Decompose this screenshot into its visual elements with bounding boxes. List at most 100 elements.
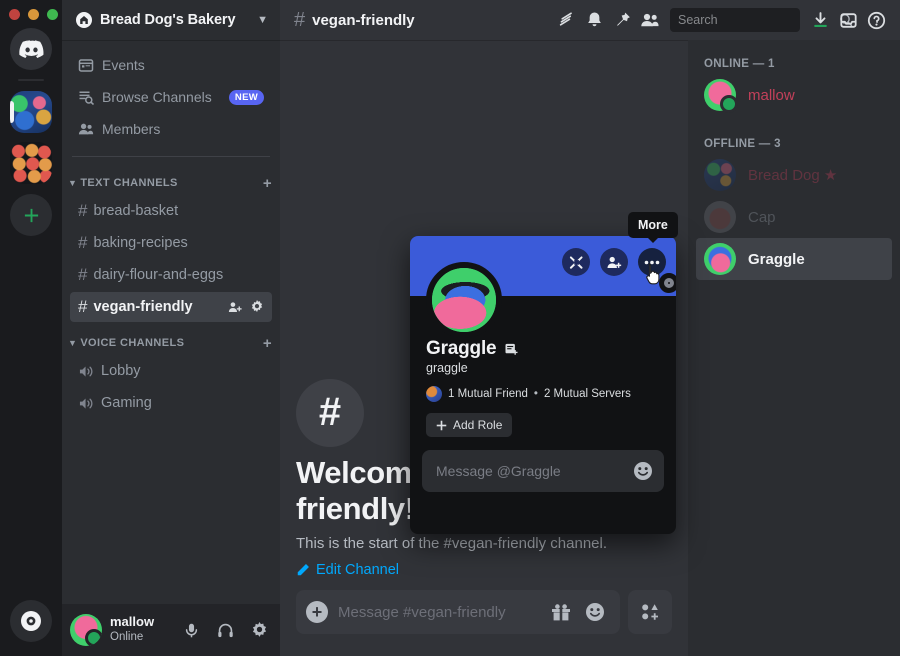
topbar-channel-name: vegan-friendly <box>312 11 415 29</box>
help-icon[interactable] <box>862 6 890 34</box>
category-label: TEXT CHANNELS <box>80 177 178 189</box>
members-icon <box>78 121 94 137</box>
mutual-friends-label: 1 Mutual Friend <box>448 388 528 400</box>
message-composer: + Message #vegan-friendly <box>296 590 672 634</box>
pinned-messages-icon[interactable] <box>608 6 636 34</box>
sidebar-item-label: Members <box>102 121 161 137</box>
create-invite-icon[interactable] <box>228 300 243 314</box>
window-traffic-lights <box>9 9 58 20</box>
chevron-down-icon: ▼ <box>68 338 78 348</box>
profile-display-name: Graggle <box>426 338 497 359</box>
sidebar-divider <box>72 156 270 157</box>
server-rail <box>0 0 62 656</box>
sidebar-item-browse-channels[interactable]: Browse Channels NEW <box>70 84 272 110</box>
member-row-graggle[interactable]: Graggle <box>696 238 892 280</box>
plus-icon <box>436 420 447 431</box>
attach-file-icon[interactable]: + <box>306 601 328 623</box>
channel-label: Gaming <box>101 395 152 411</box>
inbox-download-icon[interactable] <box>806 6 834 34</box>
microphone-icon[interactable] <box>178 617 204 643</box>
edit-channel-link[interactable]: Edit Channel <box>296 562 399 578</box>
member-row-bread-dog[interactable]: Bread Dog ★ <box>696 154 892 196</box>
sidebar-item-label: Events <box>102 57 145 73</box>
category-voice-channels[interactable]: ▼ VOICE CHANNELS + <box>62 331 280 355</box>
channel-bread-basket[interactable]: # bread-basket <box>70 196 272 226</box>
welcome-hash-icon: # <box>296 378 364 447</box>
window-close-button[interactable] <box>9 9 20 20</box>
emoji-icon[interactable] <box>632 460 654 482</box>
channel-label: dairy-flour-and-eggs <box>93 267 224 283</box>
channel-baking-recipes[interactable]: # baking-recipes <box>70 228 272 258</box>
server-header-dropdown[interactable]: Bread Dog's Bakery ▼ <box>62 0 280 40</box>
create-channel-icon[interactable]: + <box>263 336 272 351</box>
channel-settings-icon[interactable] <box>250 300 264 314</box>
profile-mutuals[interactable]: 1 Mutual Friend • 2 Mutual Servers <box>426 386 660 402</box>
browse-icon <box>78 89 94 105</box>
note-icon[interactable] <box>504 342 519 357</box>
inbox-icon[interactable] <box>834 6 862 34</box>
add-friend-icon[interactable] <box>600 248 628 276</box>
server-icon-bread-dogs-bakery[interactable] <box>10 91 52 133</box>
discord-home-button[interactable] <box>10 28 52 70</box>
window-maximize-button[interactable] <box>47 9 58 20</box>
channel-vegan-friendly[interactable]: # vegan-friendly <box>70 292 272 322</box>
window-minimize-button[interactable] <box>28 9 39 20</box>
category-text-channels[interactable]: ▼ TEXT CHANNELS + <box>62 171 280 195</box>
avatar[interactable] <box>70 614 102 646</box>
sidebar-item-members[interactable]: Members <box>70 116 272 142</box>
search-box[interactable] <box>670 8 853 32</box>
sidebar-nav-list: Events Browse Channels NEW Members <box>62 40 280 148</box>
settings-icon[interactable] <box>246 617 272 643</box>
more-icon[interactable] <box>638 248 666 276</box>
sidebar-item-label: Browse Channels <box>102 89 212 105</box>
composer-box[interactable]: + Message #vegan-friendly <box>296 590 620 634</box>
channel-label: baking-recipes <box>93 235 188 251</box>
server-icon-cookies[interactable] <box>10 142 52 184</box>
channel-label: Lobby <box>101 363 141 379</box>
member-list-icon[interactable] <box>636 6 664 34</box>
avatar <box>704 79 738 113</box>
notification-bell-icon[interactable] <box>580 6 608 34</box>
member-name: Graggle <box>748 250 805 268</box>
profile-message-box[interactable]: Message @Graggle <box>422 450 664 492</box>
create-channel-icon[interactable]: + <box>263 176 272 191</box>
hash-icon: # <box>294 8 306 31</box>
hash-icon: # <box>78 297 88 316</box>
current-username: mallow <box>110 614 155 630</box>
profile-message-input[interactable]: Message @Graggle <box>436 463 632 479</box>
member-row-cap[interactable]: Cap <box>696 196 892 238</box>
user-panel: mallow Online <box>62 604 280 656</box>
new-badge: NEW <box>228 89 264 105</box>
channel-lobby[interactable]: Lobby <box>70 356 272 386</box>
member-row-mallow[interactable]: mallow <box>696 74 892 116</box>
add-server-button[interactable] <box>10 194 52 236</box>
speaker-icon <box>78 396 95 411</box>
call-icon[interactable] <box>562 248 590 276</box>
rail-divider <box>18 79 44 81</box>
avatar <box>704 243 736 275</box>
more-tooltip: More <box>628 212 678 238</box>
category-label: VOICE CHANNELS <box>80 337 185 349</box>
member-group-heading: ONLINE — 1 <box>704 58 775 70</box>
message-input[interactable]: Message #vegan-friendly <box>338 604 540 621</box>
channel-gaming[interactable]: Gaming <box>70 388 272 418</box>
server-avatar-art <box>10 142 52 184</box>
emoji-icon[interactable] <box>584 601 606 623</box>
server-home-icon <box>76 12 92 28</box>
member-name: Bread Dog ★ <box>748 167 838 184</box>
pencil-icon <box>296 563 310 577</box>
sidebar-item-events[interactable]: Events <box>70 52 272 78</box>
apps-icon[interactable] <box>628 590 672 634</box>
member-name: Cap <box>748 208 776 226</box>
member-list: ONLINE — 1 mallow OFFLINE — 3 Bread Dog … <box>688 40 900 656</box>
active-server-pill <box>10 101 14 123</box>
add-role-button[interactable]: Add Role <box>426 413 513 437</box>
channel-dairy-flour-and-eggs[interactable]: # dairy-flour-and-eggs <box>70 260 272 290</box>
channel-sidebar: Bread Dog's Bakery ▼ Events Browse Chann… <box>62 0 280 656</box>
profile-status-offline-icon <box>659 273 676 293</box>
gift-icon[interactable] <box>550 602 572 623</box>
headphones-icon[interactable] <box>212 617 238 643</box>
edit-channel-label: Edit Channel <box>316 562 400 578</box>
threads-icon[interactable] <box>552 6 580 34</box>
explore-servers-button[interactable] <box>10 600 52 642</box>
